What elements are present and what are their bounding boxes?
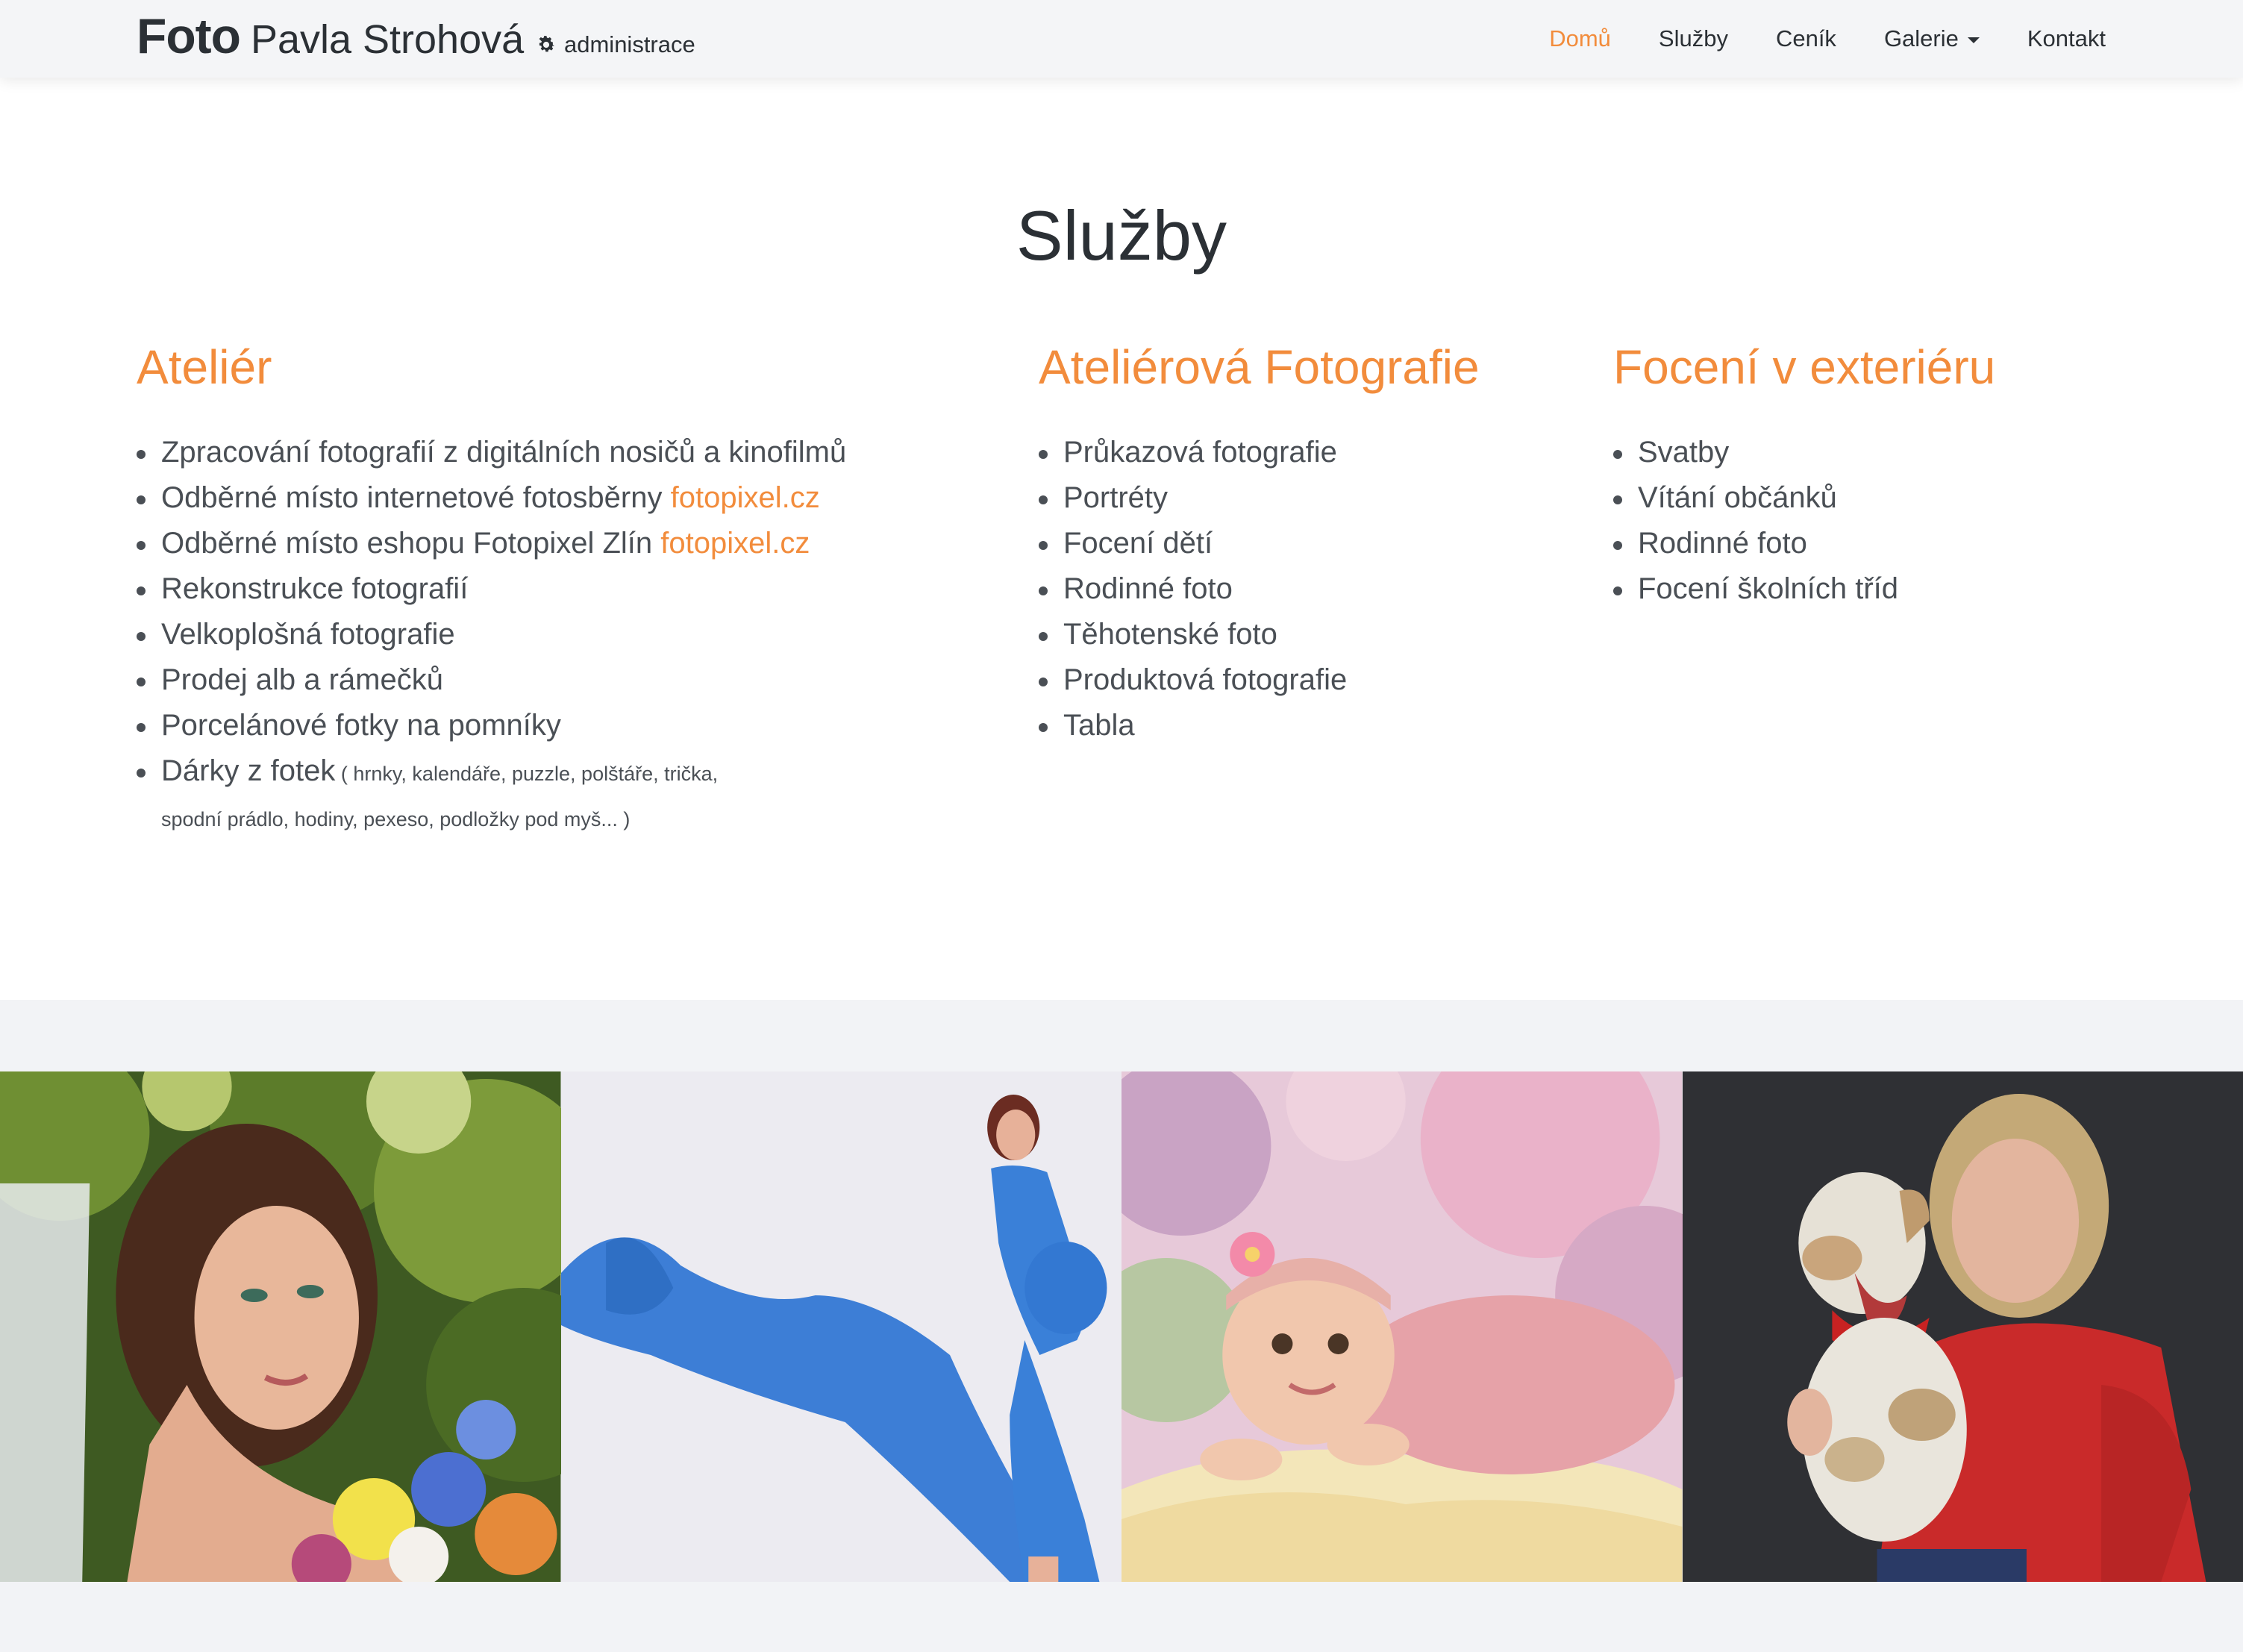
admin-link[interactable]: administrace	[536, 28, 695, 61]
list-item: Vítání občánků	[1613, 475, 1995, 521]
list-item: Rekonstrukce fotografií	[137, 566, 846, 612]
caret-down-icon	[1967, 37, 1980, 43]
navbar: Foto Pavla Strohová administrace Domů Sl…	[0, 0, 2243, 78]
nav-label: Kontakt	[2027, 25, 2106, 51]
list-item: Portréty	[1039, 475, 1480, 521]
gift-note: ( hrnky, kalendáře, puzzle, polštáře, tr…	[335, 763, 719, 785]
list-item: Velkoplošná fotografie	[137, 612, 846, 657]
brand-bold-text: Foto	[137, 8, 241, 63]
list-item: Tabla	[1039, 703, 1480, 748]
list-item: Zpracování fotografií z digitálních nosi…	[137, 430, 846, 475]
nav-item-pricing[interactable]: Ceník	[1776, 25, 1836, 52]
fotopixel-eshop-link[interactable]: fotopixel.cz	[660, 527, 810, 560]
fotopixel-link[interactable]: fotopixel.cz	[671, 481, 820, 514]
nav-item-services[interactable]: Služby	[1659, 25, 1728, 52]
list-item: Focení dětí	[1039, 521, 1480, 566]
list-item: Rodinné foto	[1039, 566, 1480, 612]
gift-note-continued: spodní prádlo, hodiny, pexeso, podložky …	[161, 808, 631, 830]
column-heading: Ateliérová Fotografie	[1039, 340, 1480, 394]
services-column-exterior: Focení v exteriéru Svatby Vítání občánků…	[1613, 334, 1995, 612]
nav-item-home[interactable]: Domů	[1549, 25, 1611, 52]
services-list: Zpracování fotografií z digitálních nosi…	[137, 430, 846, 842]
gallery-photo-baby[interactable]	[1122, 1071, 1683, 1582]
nav-label: Ceník	[1775, 25, 1836, 51]
list-item: Rodinné foto	[1613, 521, 1995, 566]
services-column-studio: Ateliérová Fotografie Průkazová fotograf…	[1039, 334, 1480, 748]
nav-item-gallery[interactable]: Galerie	[1884, 25, 1980, 52]
list-item: Produktová fotografie	[1039, 657, 1480, 703]
brand-logo[interactable]: Foto Pavla Strohová	[137, 7, 524, 72]
section-title: Služby	[1016, 196, 1227, 275]
gallery-photo-maternity[interactable]	[560, 1071, 1122, 1582]
list-item: Odběrné místo internetové fotosběrny fot…	[137, 475, 846, 521]
nav-label: Galerie	[1883, 25, 1959, 51]
admin-label: administrace	[564, 31, 695, 57]
list-item: Dárky z fotek ( hrnky, kalendáře, puzzle…	[137, 748, 846, 842]
list-item: Prodej alb a rámečků	[137, 657, 846, 703]
main-nav: Domů Služby Ceník Galerie Kontakt	[1501, 0, 2106, 78]
list-item: Svatby	[1613, 430, 1995, 475]
services-list: Průkazová fotografie Portréty Focení dět…	[1039, 430, 1480, 748]
gallery-photo-bride[interactable]	[0, 1071, 561, 1582]
list-item: Focení školních tříd	[1613, 566, 1995, 612]
list-item: Odběrné místo eshopu Fotopixel Zlín foto…	[137, 521, 846, 566]
services-list: Svatby Vítání občánků Rodinné foto Focen…	[1613, 430, 1995, 612]
column-heading: Ateliér	[137, 340, 272, 394]
services-column-atelier: Ateliér Zpracování fotografií z digitáln…	[137, 334, 846, 842]
gear-icon	[539, 36, 554, 52]
nav-label: Služby	[1658, 25, 1728, 51]
column-heading: Focení v exteriéru	[1613, 340, 1996, 394]
nav-item-contact[interactable]: Kontakt	[2027, 25, 2106, 52]
nav-label: Domů	[1549, 25, 1611, 51]
list-item: Průkazová fotografie	[1039, 430, 1480, 475]
gallery-photo-dog[interactable]	[1682, 1071, 2243, 1582]
photo-gallery	[0, 1071, 2243, 1582]
list-item: Těhotenské foto	[1039, 612, 1480, 657]
list-item: Porcelánové fotky na pomníky	[137, 703, 846, 748]
brand-name-text: Pavla Strohová	[250, 17, 525, 62]
